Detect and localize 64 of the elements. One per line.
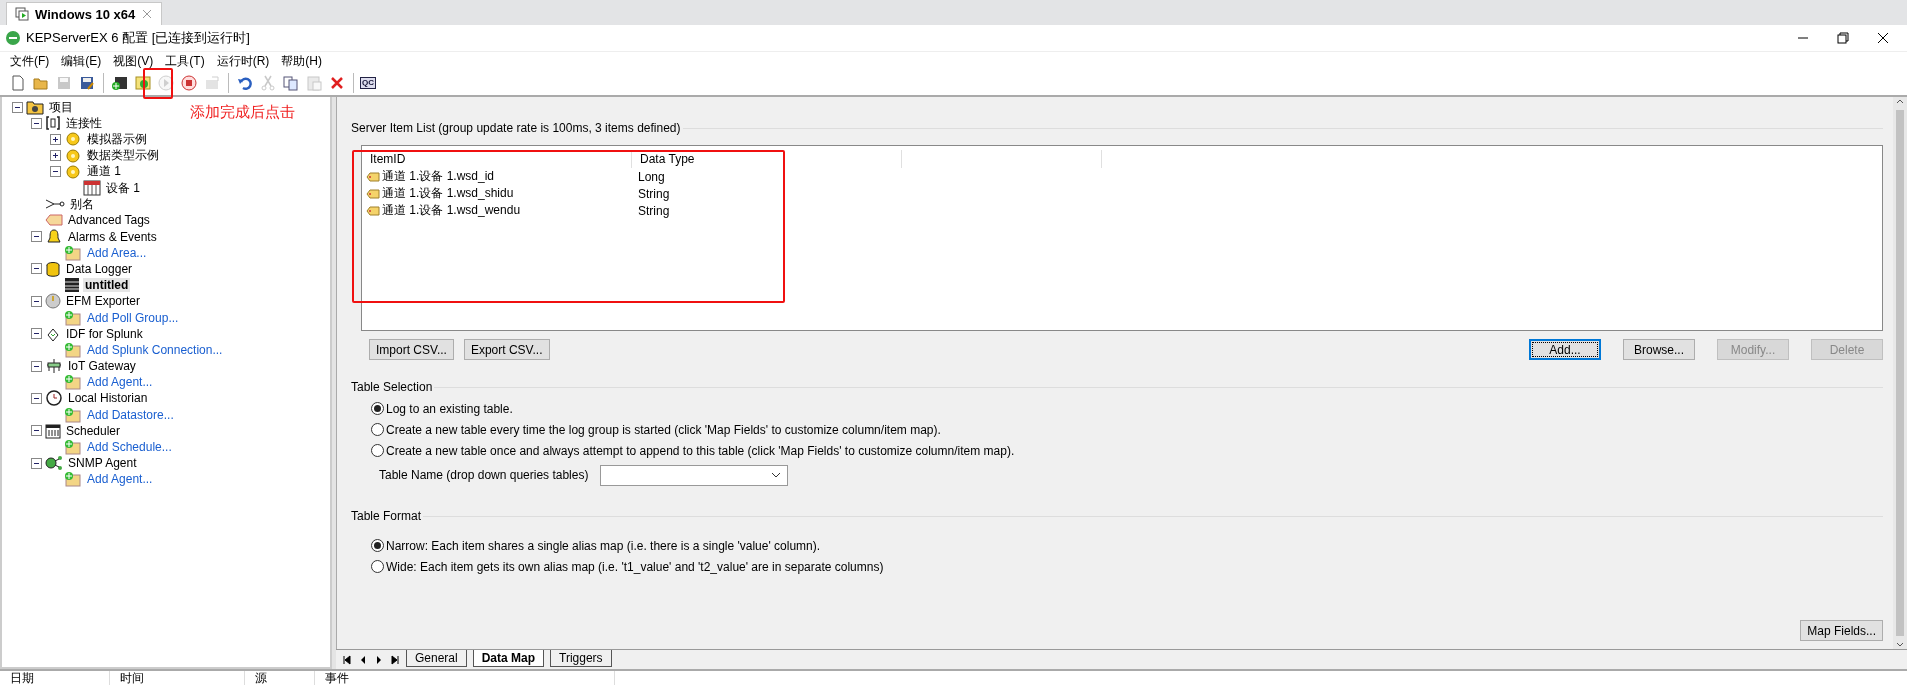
tree-action-link[interactable]: Add Agent... (85, 375, 155, 390)
radio-label: Create a new table every time the log group is started (click 'Map Fields' to customize column/item map). (386, 422, 941, 437)
group-title: Server Item List (group update rate is 100ms, 3 items defined) (350, 121, 682, 135)
tree-item[interactable]: 数据类型示例 (85, 147, 161, 165)
table-cell: 通道 1.设备 1.wsd_id (382, 168, 495, 185)
window-title: KEPServerEX 6 配置 [已连接到运行时] (26, 29, 251, 47)
tree-item[interactable]: Scheduler (64, 423, 123, 438)
toolbar-button[interactable]: QC (360, 77, 376, 89)
tree-item[interactable]: Alarms & Events (66, 229, 159, 244)
map-fields-button[interactable]: Map Fields... (1800, 620, 1883, 641)
tree-item[interactable]: 项目 (47, 98, 75, 116)
table-cell: String (638, 186, 670, 201)
tree-item[interactable]: 模拟器示例 (85, 130, 149, 148)
column-header[interactable]: 源 (255, 671, 267, 685)
list-action-button[interactable]: Browse... (1623, 339, 1695, 360)
annotation-note: 添加完成后点击 (190, 103, 295, 122)
page-tab[interactable]: Data Map (472, 650, 545, 667)
page-tab[interactable]: General (406, 650, 467, 667)
csv-button[interactable]: Export CSV... (463, 339, 550, 360)
tree-item[interactable]: 通道 1 (85, 163, 123, 181)
tree-item[interactable]: IoT Gateway (66, 359, 138, 374)
tree-action-link[interactable]: Add Agent... (85, 472, 155, 487)
list-action-button[interactable]: Add... (1529, 339, 1601, 360)
field-label: Table Name (drop down queries tables) (379, 468, 589, 482)
tree-item[interactable]: 连接性 (64, 114, 104, 132)
tree-item[interactable]: untitled (83, 278, 131, 293)
menu-item[interactable]: 视图(V) (107, 53, 160, 70)
tree-item[interactable]: EFM Exporter (64, 294, 142, 309)
radio-label: Wide: Each item gets its own alias map (i.e. 't1_value' and 't2_value' are in separate columns) (386, 559, 884, 574)
tree-action-link[interactable]: Add Area... (85, 245, 149, 260)
tree-item[interactable]: IDF for Splunk (64, 326, 145, 341)
table-cell: String (638, 203, 670, 218)
host-tab-label: Windows 10 x64 (35, 6, 136, 22)
tree-item[interactable]: 别名 (68, 195, 96, 213)
column-header[interactable]: 事件 (325, 671, 349, 685)
tree-item[interactable]: SNMP Agent (66, 456, 139, 471)
tree-action-link[interactable]: Add Schedule... (85, 440, 174, 455)
table-cell: 通道 1.设备 1.wsd_shidu (382, 185, 514, 202)
tree-action-link[interactable]: Add Poll Group... (85, 310, 181, 325)
group-title: Table Selection (350, 380, 434, 394)
menu-item[interactable]: 编辑(E) (55, 53, 108, 70)
radio-label: Narrow: Each item shares a single alias map (i.e. there is a single 'value' column). (386, 538, 821, 553)
host-tab[interactable]: Windows 10 x64 (6, 2, 163, 25)
tree-item[interactable]: Data Logger (64, 261, 135, 276)
menu-item[interactable]: 文件(F) (4, 53, 56, 70)
column-header[interactable]: ItemID (370, 152, 406, 166)
table-cell: Long (638, 169, 665, 184)
page-tab[interactable]: Triggers (550, 650, 612, 667)
menu-item[interactable]: 帮助(H) (275, 53, 328, 70)
csv-button[interactable]: Import CSV... (369, 339, 454, 360)
tree-action-link[interactable]: Add Datastore... (85, 407, 176, 422)
tree-action-link[interactable]: Add Splunk Connection... (85, 342, 225, 357)
group-title: Table Format (350, 509, 423, 523)
column-header[interactable]: 日期 (10, 671, 34, 685)
column-header[interactable]: Data Type (640, 152, 695, 166)
tree-item[interactable]: 设备 1 (104, 179, 142, 197)
table-cell: 通道 1.设备 1.wsd_wendu (382, 202, 521, 219)
radio-label: Create a new table once and always attempt to append to this table (click 'Map Fields' to customize column/item map). (386, 443, 1015, 458)
tree-item[interactable]: Advanced Tags (66, 213, 152, 228)
tree-item[interactable]: Local Historian (66, 391, 150, 406)
column-header[interactable]: 时间 (120, 671, 144, 685)
menu-item[interactable]: 运行时(R) (210, 53, 276, 70)
radio-label: Log to an existing table. (386, 401, 513, 416)
menu-item[interactable]: 工具(T) (159, 53, 211, 70)
